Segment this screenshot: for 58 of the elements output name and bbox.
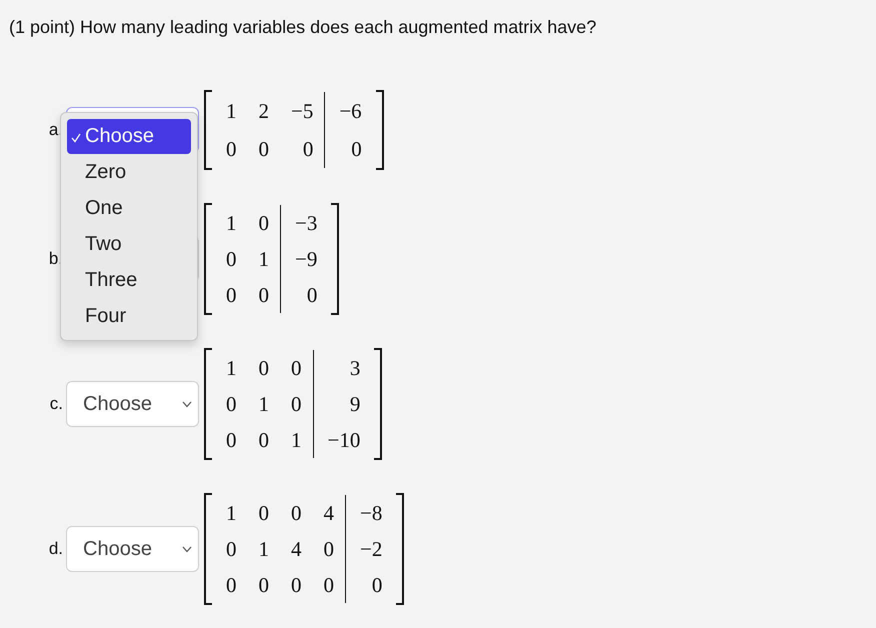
matrix-entry: −5 <box>291 98 314 124</box>
matrix-entry: 0 <box>324 572 334 598</box>
matrix-entry: −8 <box>360 500 382 526</box>
chevron-down-icon <box>182 546 192 552</box>
matrix-entry: 0 <box>291 356 302 380</box>
matrix-entry: 0 <box>291 572 302 598</box>
matrix-entry: 0 <box>258 136 269 162</box>
matrix-entry: 0 <box>258 282 269 308</box>
matrix-entry: 3 <box>350 356 360 380</box>
matrix-entry: 1 <box>258 246 269 272</box>
chevron-down-icon <box>182 400 192 408</box>
matrix-entry: 0 <box>291 500 302 526</box>
matrix-entry: 4 <box>291 536 302 562</box>
matrix-entry: 2 <box>258 98 269 124</box>
dropdown-option[interactable]: Zero <box>67 154 191 190</box>
dropdown-option[interactable]: Four <box>67 298 191 334</box>
item-label: d. <box>48 539 64 559</box>
matrix-entry: 0 <box>258 356 269 380</box>
matrix-entry: 1 <box>291 428 302 452</box>
matrix-entry: −2 <box>360 536 382 562</box>
dropdown-option[interactable]: Two <box>67 226 191 262</box>
matrix-entry: 1 <box>226 356 236 380</box>
matrix-entry: 0 <box>226 428 236 452</box>
matrix-entry: −10 <box>328 428 360 452</box>
matrix-entry: 1 <box>226 500 236 526</box>
matrix-entry: −6 <box>339 98 362 124</box>
matrix-entry: 1 <box>226 210 236 236</box>
matrix-entry: −9 <box>295 246 318 272</box>
matrix-entry: 0 <box>258 210 269 236</box>
matrix-entry: −3 <box>295 210 318 236</box>
choice-select[interactable]: Choose <box>66 381 199 427</box>
dropdown-option[interactable]: Three <box>67 262 191 298</box>
choice-select[interactable]: Choose <box>66 526 199 572</box>
matrix-entry: 0 <box>226 246 236 272</box>
dropdown-option[interactable]: Choose <box>67 119 191 154</box>
matrix-entry: 4 <box>324 500 334 526</box>
matrix-entry: 0 <box>226 392 236 416</box>
matrix-entry: 0 <box>258 428 269 452</box>
matrix-entry: 1 <box>226 98 236 124</box>
matrix-entry: 0 <box>226 282 236 308</box>
matrix-entry: 1 <box>258 536 269 562</box>
matrix-entry: 0 <box>306 282 318 308</box>
matrix-entry: 0 <box>302 136 314 162</box>
matrix-entry: 0 <box>324 536 334 562</box>
matrix-entry: 0 <box>226 572 236 598</box>
matrix-entry: 0 <box>372 572 382 598</box>
matrix-entry: 0 <box>226 536 236 562</box>
matrix-entry: 9 <box>350 392 360 416</box>
matrix-entry: 0 <box>351 136 362 162</box>
matrix-entry: 0 <box>291 392 302 416</box>
matrix-entry: 0 <box>226 136 236 162</box>
item-label: c. <box>48 394 64 414</box>
matrix-entry: 1 <box>258 392 269 416</box>
check-icon <box>71 133 81 143</box>
question-text: (1 point) How many leading variables does each augmented matrix have? <box>9 16 598 38</box>
dropdown-option[interactable]: One <box>67 190 191 226</box>
matrix-entry: 0 <box>258 500 269 526</box>
matrix-entry: 0 <box>258 572 269 598</box>
